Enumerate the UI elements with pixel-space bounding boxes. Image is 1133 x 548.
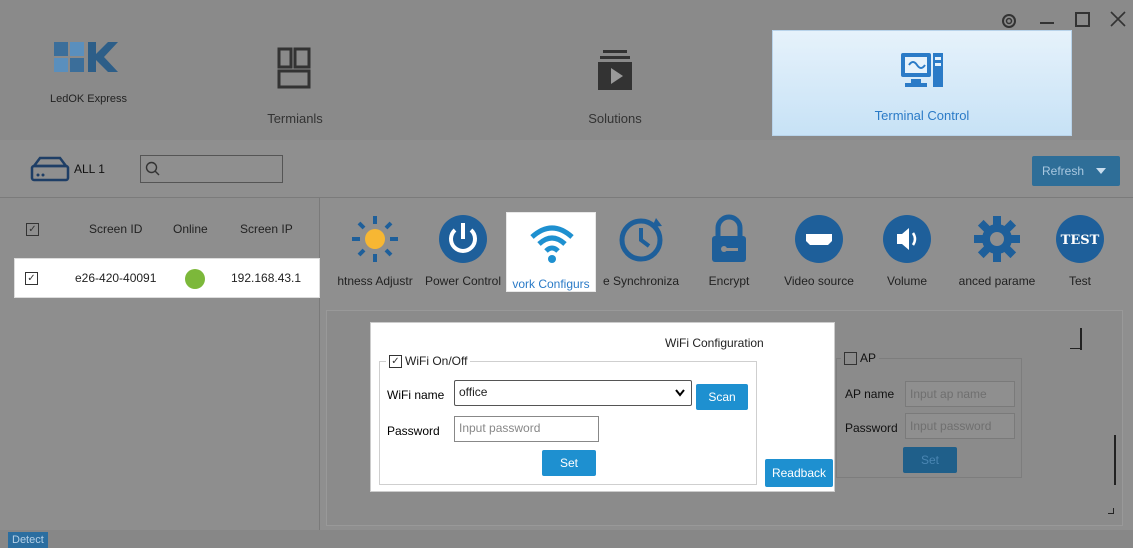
- row-screen-ip: 192.168.43.1: [231, 271, 302, 285]
- close-icon[interactable]: [1110, 11, 1126, 27]
- wifi-name-value: office: [459, 385, 488, 399]
- readback-button[interactable]: Readback: [765, 459, 833, 487]
- row-checkbox[interactable]: ✓: [25, 272, 38, 285]
- func-time-sync[interactable]: e Synchroniza: [596, 210, 686, 290]
- online-status-dot: [185, 269, 205, 289]
- func-test[interactable]: TEST Test: [1040, 210, 1120, 290]
- nav-terminals-label: Termianls: [267, 111, 323, 126]
- select-all-checkbox[interactable]: ✓: [26, 223, 39, 236]
- func-encrypt[interactable]: Encrypt: [684, 210, 774, 290]
- power-icon: [439, 215, 487, 263]
- refresh-dropdown-icon[interactable]: [1096, 168, 1107, 174]
- func-network[interactable]: vork Configurs: [506, 212, 596, 292]
- wifi-fieldset: ✓ WiFi On/Off WiFi name office Scan Pass…: [379, 354, 757, 485]
- col-header-screen-id: Screen ID: [89, 222, 143, 236]
- hdmi-icon: [795, 215, 843, 263]
- func-advanced-label: anced parame: [958, 274, 1036, 288]
- all-devices-selector[interactable]: ALL 1: [30, 155, 105, 183]
- ap-password-input[interactable]: Input password: [905, 413, 1015, 439]
- col-header-screen-ip: Screen IP: [240, 222, 293, 236]
- search-input[interactable]: [140, 155, 283, 183]
- settings-gear-icon[interactable]: [1000, 12, 1018, 30]
- ap-name-label: AP name: [845, 387, 895, 401]
- wifi-onoff-checkbox[interactable]: ✓: [389, 354, 402, 368]
- scrollbar-thumb[interactable]: [1114, 435, 1116, 485]
- wifi-config-title: WiFi Configuration: [665, 336, 764, 350]
- resize-grip-icon[interactable]: [1108, 508, 1114, 514]
- terminal-control-icon: [901, 53, 943, 87]
- wifi-name-label: WiFi name: [387, 388, 445, 402]
- func-volume-label: Volume: [886, 274, 928, 288]
- refresh-button[interactable]: Refresh: [1032, 156, 1120, 186]
- scan-button[interactable]: Scan: [696, 384, 748, 410]
- func-test-label: Test: [1068, 274, 1091, 288]
- search-icon: [145, 161, 160, 176]
- func-network-label: vork Configurs: [512, 277, 590, 291]
- func-brightness-label: htness Adjustr: [337, 274, 413, 288]
- ap-set-button[interactable]: Set: [903, 447, 957, 473]
- svg-text:TEST: TEST: [1061, 233, 1100, 248]
- lock-icon: [712, 214, 746, 262]
- nav-terminal-control[interactable]: Terminal Control: [772, 30, 1072, 136]
- nav-solutions[interactable]: Solutions: [555, 30, 675, 130]
- logo-text: LedOK Express: [50, 93, 128, 105]
- scroll-marker-top: [1080, 328, 1082, 350]
- wifi-name-select[interactable]: office: [454, 380, 692, 406]
- wifi-config-panel: WiFi Configuration ✓ WiFi On/Off WiFi na…: [370, 322, 835, 492]
- wifi-password-label: Password: [387, 424, 440, 438]
- wifi-onoff-label: WiFi On/Off: [405, 354, 468, 368]
- volume-icon: [883, 215, 931, 263]
- maximize-icon[interactable]: [1075, 12, 1090, 27]
- ledok-logo: [54, 42, 118, 72]
- func-power[interactable]: Power Control: [418, 210, 508, 290]
- device-icon: [30, 156, 70, 182]
- func-power-label: Power Control: [424, 274, 502, 288]
- header-bar: LedOK Express Termianls Solutions Termin…: [0, 0, 1133, 140]
- wifi-password-input[interactable]: Input password: [454, 416, 599, 442]
- ap-checkbox[interactable]: [844, 351, 857, 365]
- clock-sync-icon: [619, 218, 663, 262]
- ap-name-input[interactable]: Input ap name: [905, 381, 1015, 407]
- test-icon: TEST: [1056, 215, 1104, 263]
- nav-terminals[interactable]: Termianls: [240, 30, 350, 130]
- func-time-sync-label: e Synchroniza: [602, 274, 680, 288]
- func-encrypt-label: Encrypt: [708, 274, 750, 288]
- brightness-icon: [352, 216, 398, 262]
- all-count-label: ALL 1: [74, 162, 105, 176]
- app-window: LedOK Express Termianls Solutions Termin…: [0, 0, 1133, 548]
- solutions-icon: [598, 50, 632, 90]
- ap-config-panel: AP AP name Input ap name Password Input …: [836, 351, 1022, 478]
- detect-button[interactable]: Detect: [8, 532, 48, 548]
- status-bar: [0, 530, 1133, 548]
- refresh-label: Refresh: [1042, 164, 1085, 178]
- wifi-icon: [530, 225, 574, 263]
- func-advanced-params[interactable]: anced parame: [952, 210, 1042, 290]
- func-video-source[interactable]: Video source: [774, 210, 864, 290]
- func-brightness[interactable]: htness Adjustr: [330, 210, 420, 290]
- ap-label: AP: [860, 351, 877, 365]
- wifi-onoff-toggle[interactable]: ✓ WiFi On/Off: [386, 354, 471, 368]
- nav-terminal-control-label: Terminal Control: [874, 108, 970, 123]
- ap-password-label: Password: [845, 421, 898, 435]
- row-screen-id: e26-420-40091: [75, 271, 157, 285]
- nav-solutions-label: Solutions: [588, 111, 642, 126]
- func-volume[interactable]: Volume: [862, 210, 952, 290]
- scroll-marker-top-base: [1070, 348, 1082, 349]
- col-header-online: Online: [173, 222, 208, 236]
- ap-toggle[interactable]: AP: [841, 351, 880, 365]
- func-video-source-label: Video source: [784, 274, 854, 288]
- chevron-down-icon: [675, 389, 685, 397]
- device-list-panel: [0, 198, 320, 530]
- gear-icon: [974, 216, 1020, 262]
- wifi-set-button[interactable]: Set: [542, 450, 596, 476]
- minimize-icon[interactable]: [1040, 22, 1054, 24]
- table-row[interactable]: ✓ e26-420-40091 192.168.43.1: [14, 258, 320, 298]
- terminals-icon: [277, 47, 311, 89]
